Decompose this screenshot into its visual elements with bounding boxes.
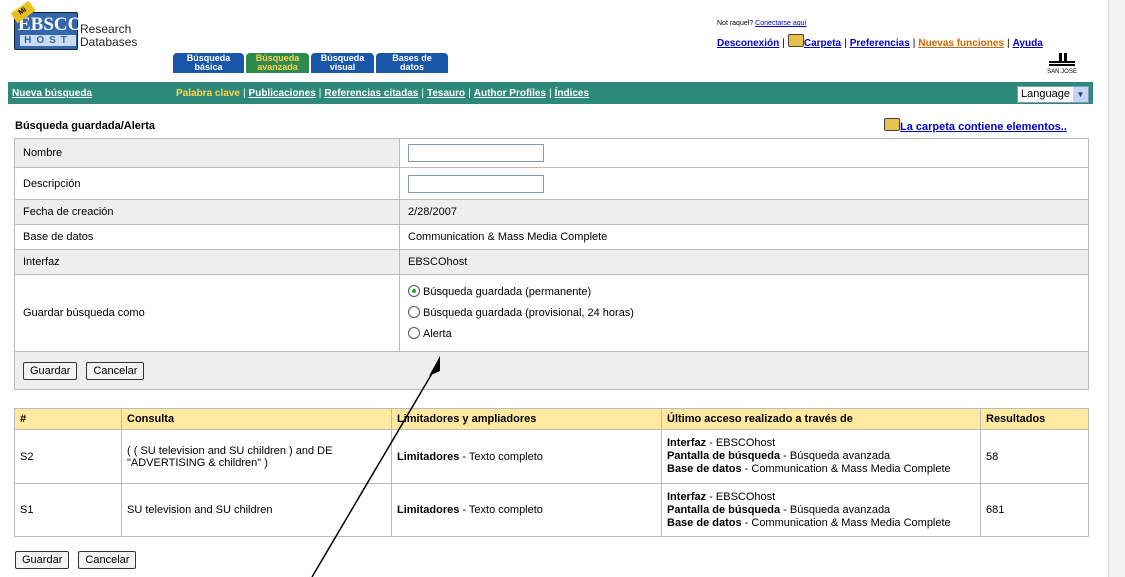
- bottom-save-button[interactable]: Guardar: [15, 551, 70, 569]
- row-limiters: Limitadores - Texto completo: [391, 483, 662, 537]
- row-access: Interfaz - EBSCOhost Pantalla de búsqued…: [661, 483, 981, 537]
- col-results: Resultados: [980, 408, 1089, 430]
- nav-indexes[interactable]: Índices: [555, 88, 589, 99]
- nav-publications[interactable]: Publicaciones: [249, 88, 316, 99]
- radio-alert[interactable]: [408, 326, 420, 339]
- folder-icon: [787, 34, 804, 47]
- date-label: Fecha de creación: [14, 199, 400, 225]
- connect-link[interactable]: Conectarse aquí: [755, 20, 806, 27]
- bottom-cancel-button[interactable]: Cancelar: [78, 551, 137, 569]
- folder-link[interactable]: Carpeta: [804, 38, 841, 49]
- tab-visual-search[interactable]: Búsqueda visual: [311, 53, 374, 73]
- row-id: S1: [14, 483, 122, 537]
- row-results: 681: [980, 483, 1089, 537]
- language-select[interactable]: Language ▼: [1017, 86, 1089, 103]
- language-label: Language: [1021, 88, 1070, 100]
- new-features-link[interactable]: Nuevas funciones: [918, 38, 1004, 49]
- disconnect-link[interactable]: Desconexión: [717, 38, 779, 49]
- database-label: Base de datos: [14, 224, 400, 250]
- chevron-down-icon[interactable]: ▼: [1073, 87, 1088, 102]
- col-query: Consulta: [121, 408, 392, 430]
- description-label: Descripción: [14, 167, 400, 200]
- preferences-link[interactable]: Preferencias: [850, 38, 910, 49]
- col-number: #: [14, 408, 122, 430]
- radio-permanent[interactable]: [408, 284, 420, 297]
- description-input[interactable]: [408, 174, 544, 193]
- saved-search-form: Nombre Descripción Fecha de creación 2/28…: [14, 138, 1089, 390]
- folder-notice[interactable]: La carpeta contiene elementos..: [884, 118, 1067, 133]
- tab-basic-search[interactable]: Búsqueda básica: [173, 53, 244, 73]
- interface-value: EBSCOhost: [399, 249, 1089, 275]
- table-row: S2 ( ( SU television and SU children ) a…: [14, 429, 1089, 484]
- scrollbar[interactable]: [1108, 0, 1125, 577]
- nav-thesaurus[interactable]: Tesauro: [427, 88, 465, 99]
- option-temporary[interactable]: Búsqueda guardada (provisional, 24 horas…: [408, 303, 1088, 324]
- save-button[interactable]: Guardar: [23, 361, 78, 380]
- row-id: S2: [14, 429, 122, 484]
- nav-cited-references[interactable]: Referencias citadas: [324, 88, 418, 99]
- help-link[interactable]: Ayuda: [1013, 38, 1043, 49]
- option-permanent[interactable]: Búsqueda guardada (permanente): [408, 282, 1088, 303]
- option-alert[interactable]: Alerta: [408, 324, 1088, 345]
- tab-advanced-search[interactable]: Búsqueda avanzada: [246, 53, 309, 73]
- cancel-button[interactable]: Cancelar: [86, 361, 145, 380]
- user-notice: Not raquel? Conectarse aquí: [717, 20, 807, 27]
- interface-label: Interfaz: [14, 249, 400, 275]
- col-limiters: Limitadores y ampliadores: [391, 408, 662, 430]
- new-search-link[interactable]: Nueva búsqueda: [12, 88, 92, 99]
- folder-icon: [884, 118, 900, 131]
- logo-text: EBSCO: [18, 14, 83, 35]
- library-logo: SAN JOSE: [1047, 53, 1077, 75]
- row-query: ( ( SU television and SU children ) and …: [121, 429, 392, 484]
- save-as-label: Guardar búsqueda como: [14, 274, 400, 352]
- top-links: Desconexión | Carpeta | Preferencias | Nuevas …: [717, 34, 1043, 49]
- search-history-table: # Consulta Limitadores y ampliadores Últ…: [14, 408, 1089, 537]
- row-query: SU television and SU children: [121, 483, 392, 537]
- logo-host-text: HOST: [20, 35, 76, 46]
- row-limiters: Limitadores - Texto completo: [391, 429, 662, 484]
- brand-line2: Databases: [80, 35, 138, 49]
- bottom-actions: Guardar Cancelar: [15, 551, 137, 569]
- nav-keyword[interactable]: Palabra clave: [176, 88, 240, 99]
- row-access: Interfaz - EBSCOhost Pantalla de búsqued…: [661, 429, 981, 484]
- date-value: 2/28/2007: [399, 199, 1089, 225]
- row-results: 58: [980, 429, 1089, 484]
- col-last-access: Último acceso realizado a través de: [661, 408, 981, 430]
- library-logo-text: SAN JOSE: [1047, 69, 1077, 75]
- sub-navigation: Palabra clave | Publicaciones | Referencias …: [176, 88, 590, 99]
- database-value: Communication & Mass Media Complete: [399, 224, 1089, 250]
- table-row: S1 SU television and SU children Limitad…: [14, 483, 1089, 537]
- name-label: Nombre: [14, 138, 400, 168]
- radio-temporary[interactable]: [408, 305, 420, 318]
- tab-databases[interactable]: Bases de datos: [376, 53, 448, 73]
- brand-line1: Research: [80, 22, 132, 36]
- name-input[interactable]: [408, 144, 544, 162]
- nav-author-profiles[interactable]: Author Profiles: [474, 88, 546, 99]
- library-logo-icon: [1049, 53, 1075, 66]
- folder-contents-link[interactable]: La carpeta contiene elementos..: [900, 121, 1067, 133]
- page-title: Búsqueda guardada/Alerta: [15, 120, 155, 132]
